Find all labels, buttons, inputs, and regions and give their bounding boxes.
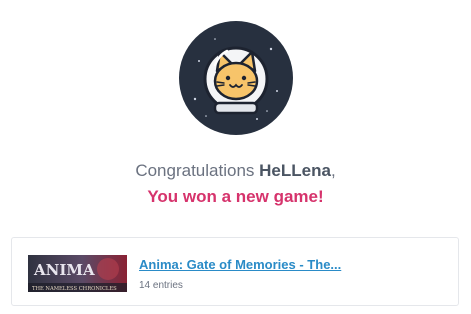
won-message: You won a new game! [147,187,324,206]
thumbnail-caption: THE NAMELESS CHRONICLES [32,286,117,292]
winner-avatar [179,21,293,135]
congrats-suffix: , [330,161,336,180]
game-cover-art: ANIMA THE NAMELESS CHRONICLES [28,255,127,292]
astronaut-cat-icon [193,38,278,120]
prize-card: ANIMA THE NAMELESS CHRONICLES Anima: Gat… [11,237,459,306]
thumbnail-logo: ANIMA [33,261,95,279]
game-title-link[interactable]: Anima: Gate of Memories - The... [139,257,341,272]
entries-count: 14 entries [139,280,183,291]
congrats-prefix: Congratulations [135,161,260,180]
game-thumbnail[interactable]: ANIMA THE NAMELESS CHRONICLES [28,255,127,292]
congratulations-text: Congratulations HeLLena, [0,161,471,181]
winner-username: HeLLena [259,161,331,180]
